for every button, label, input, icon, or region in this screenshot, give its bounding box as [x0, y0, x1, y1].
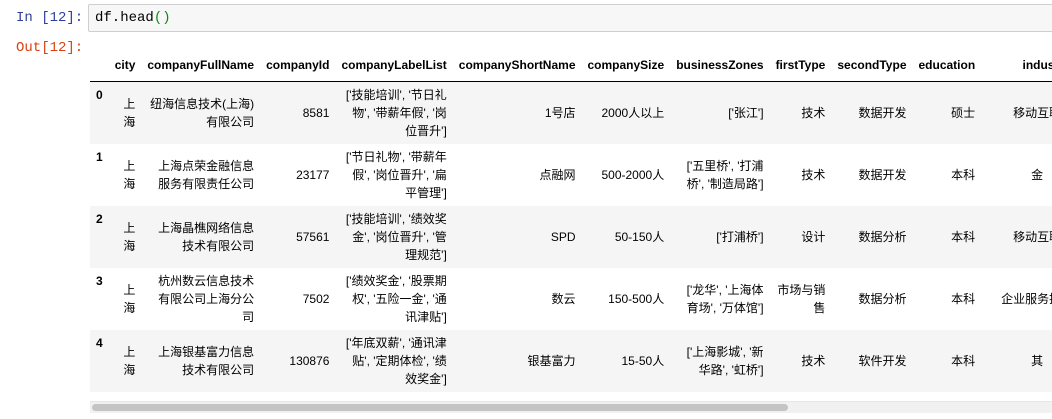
row-index: 4	[96, 335, 103, 350]
dataframe-table: city companyFullName companyId companyLa…	[90, 48, 1052, 392]
table-body: 0 上海 纽海信息技术(上海)有限公司 8581 ['技能培训', '节日礼物'…	[90, 81, 1052, 392]
column-header-companyFullName: companyFullName	[141, 48, 261, 82]
cell-industry-field: 金	[981, 144, 1052, 206]
table-row: 2 上海 上海晶樵网络信息技术有限公司 57561 ['技能培训', '绩效奖金…	[90, 205, 1052, 268]
cell-company-short-name: 点融网	[539, 167, 576, 182]
column-header-industryField: industryFie	[981, 48, 1052, 82]
cell-industry-field-text: 金	[1031, 167, 1044, 182]
cell-industry-field-text: 企业服务据服	[1001, 291, 1052, 306]
cell-education: 本科	[951, 167, 976, 182]
scrollbar-thumb[interactable]	[92, 404, 788, 411]
output-prompt: Out[12]:	[16, 40, 84, 56]
cell-company-full-name: 纽海信息技术(上海)有限公司	[150, 96, 255, 129]
cell-company-full-name: 上海点荣金融信息服务有限责任公司	[158, 158, 255, 191]
cell-company-short-name: 1号店	[544, 105, 576, 120]
cell-company-size: 15-50人	[621, 353, 665, 368]
cell-company-id: 23177	[296, 167, 330, 182]
cell-business-zones: ['张江']	[728, 105, 764, 120]
column-header-city: city	[108, 48, 142, 82]
cell-city: 上海	[123, 220, 136, 253]
cell-second-type: 数据分析	[858, 229, 907, 244]
cell-industry-field-text: 移动互联	[1013, 229, 1052, 244]
cell-company-label-list: ['技能培训', '节日礼物', '带薪年假', '岗位晋升']	[345, 87, 447, 138]
table-header: city companyFullName companyId companyLa…	[90, 48, 1052, 82]
notebook: In [12]: df.head() Out[12]: city company…	[0, 0, 1052, 419]
cell-first-type: 技术	[801, 167, 826, 182]
header-row: city companyFullName companyId companyLa…	[90, 48, 1052, 82]
cell-industry-field-text: 其	[1031, 353, 1044, 368]
cell-city: 上海	[123, 158, 136, 191]
cell-second-type: 数据分析	[858, 291, 907, 306]
code-input[interactable]: df.head()	[88, 4, 1052, 32]
cell-company-size: 50-150人	[614, 229, 665, 244]
cell-industry-field-text: 移动互联	[1013, 105, 1052, 120]
cell-city: 上海	[123, 282, 136, 315]
column-header-secondType: secondType	[831, 48, 913, 82]
cell-company-size: 2000人以上	[601, 105, 665, 120]
cell-industry-field: 移动互联	[981, 82, 1052, 144]
horizontal-scrollbar[interactable]	[90, 401, 1052, 413]
column-header-firstType: firstType	[769, 48, 832, 82]
cell-second-type: 数据开发	[858, 167, 907, 182]
code-text: df.head	[95, 10, 154, 26]
cell-second-type: 软件开发	[858, 353, 907, 368]
cell-company-full-name: 上海晶樵网络信息技术有限公司	[158, 220, 255, 253]
cell-second-type: 数据开发	[858, 105, 907, 120]
row-index: 0	[96, 88, 103, 102]
cell-first-type: 设计	[801, 229, 826, 244]
cell-company-short-name: 数云	[551, 291, 576, 306]
cell-first-type: 技术	[801, 353, 826, 368]
cell-education: 硕士	[951, 105, 976, 120]
table-row: 4 上海 上海银基富力信息技术有限公司 130876 ['年底双薪', '通讯津…	[90, 329, 1052, 392]
cell-industry-field: 移动互联	[981, 206, 1052, 268]
cell-company-label-list: ['年底双薪', '通讯津贴', '定期体检', '绩效奖金']	[345, 335, 447, 386]
column-header-education: education	[912, 48, 982, 82]
cell-first-type: 市场与销售	[777, 282, 826, 315]
cell-company-id: 130876	[289, 353, 330, 368]
cell-education: 本科	[951, 353, 976, 368]
column-header-companyId: companyId	[260, 48, 336, 82]
cell-business-zones: ['五里桥', '打浦桥', '制造局路']	[686, 158, 764, 191]
table-row: 1 上海 上海点荣金融信息服务有限责任公司 23177 ['节日礼物', '带薪…	[90, 143, 1052, 206]
row-index: 2	[96, 211, 103, 226]
cell-business-zones: ['打浦桥']	[716, 229, 764, 244]
cell-company-id: 8581	[302, 105, 330, 120]
cell-company-label-list: ['绩效奖金', '股票期权', '五险一金', '通讯津贴']	[345, 273, 447, 324]
column-header-companyShortName: companyShortName	[452, 48, 582, 82]
cell-first-type: 技术	[801, 105, 826, 120]
column-header-companyLabelList: companyLabelList	[335, 48, 453, 82]
cell-company-size: 500-2000人	[601, 167, 665, 182]
cell-company-full-name: 杭州数云信息技术有限公司上海分公司	[158, 273, 255, 324]
cell-company-label-list: ['节日礼物', '带薪年假', '岗位晋升', '扁平管理']	[345, 149, 447, 200]
cell-education: 本科	[951, 229, 976, 244]
cell-industry-field: 企业服务据服	[981, 268, 1052, 330]
cell-business-zones: ['龙华', '上海体育场', '万体馆']	[686, 282, 764, 315]
cell-city: 上海	[123, 344, 136, 377]
row-index: 3	[96, 273, 103, 288]
table-row: 0 上海 纽海信息技术(上海)有限公司 8581 ['技能培训', '节日礼物'…	[90, 81, 1052, 144]
cell-industry-field: 其	[981, 330, 1052, 392]
input-prompt: In [12]:	[16, 10, 84, 26]
cell-company-short-name: 银基富力	[527, 353, 576, 368]
cell-company-id: 57561	[296, 229, 330, 244]
cell-business-zones: ['上海影城', '新华路', '虹桥']	[686, 344, 764, 377]
cell-company-short-name: SPD	[550, 229, 576, 244]
row-index: 1	[96, 149, 103, 164]
index-header	[90, 48, 109, 82]
code-parens: ()	[153, 10, 171, 26]
cell-company-label-list: ['技能培训', '绩效奖金', '岗位晋升', '管理规范']	[345, 211, 447, 262]
column-header-businessZones: businessZones	[670, 48, 770, 82]
cell-company-id: 7502	[302, 291, 330, 306]
cell-education: 本科	[951, 291, 976, 306]
cell-city: 上海	[123, 96, 136, 129]
cell-company-full-name: 上海银基富力信息技术有限公司	[158, 344, 255, 377]
table-row: 3 上海 杭州数云信息技术有限公司上海分公司 7502 ['绩效奖金', '股票…	[90, 267, 1052, 330]
cell-company-size: 150-500人	[608, 291, 665, 306]
output-area: city companyFullName companyId companyLa…	[90, 48, 1052, 396]
column-header-companySize: companySize	[581, 48, 671, 82]
